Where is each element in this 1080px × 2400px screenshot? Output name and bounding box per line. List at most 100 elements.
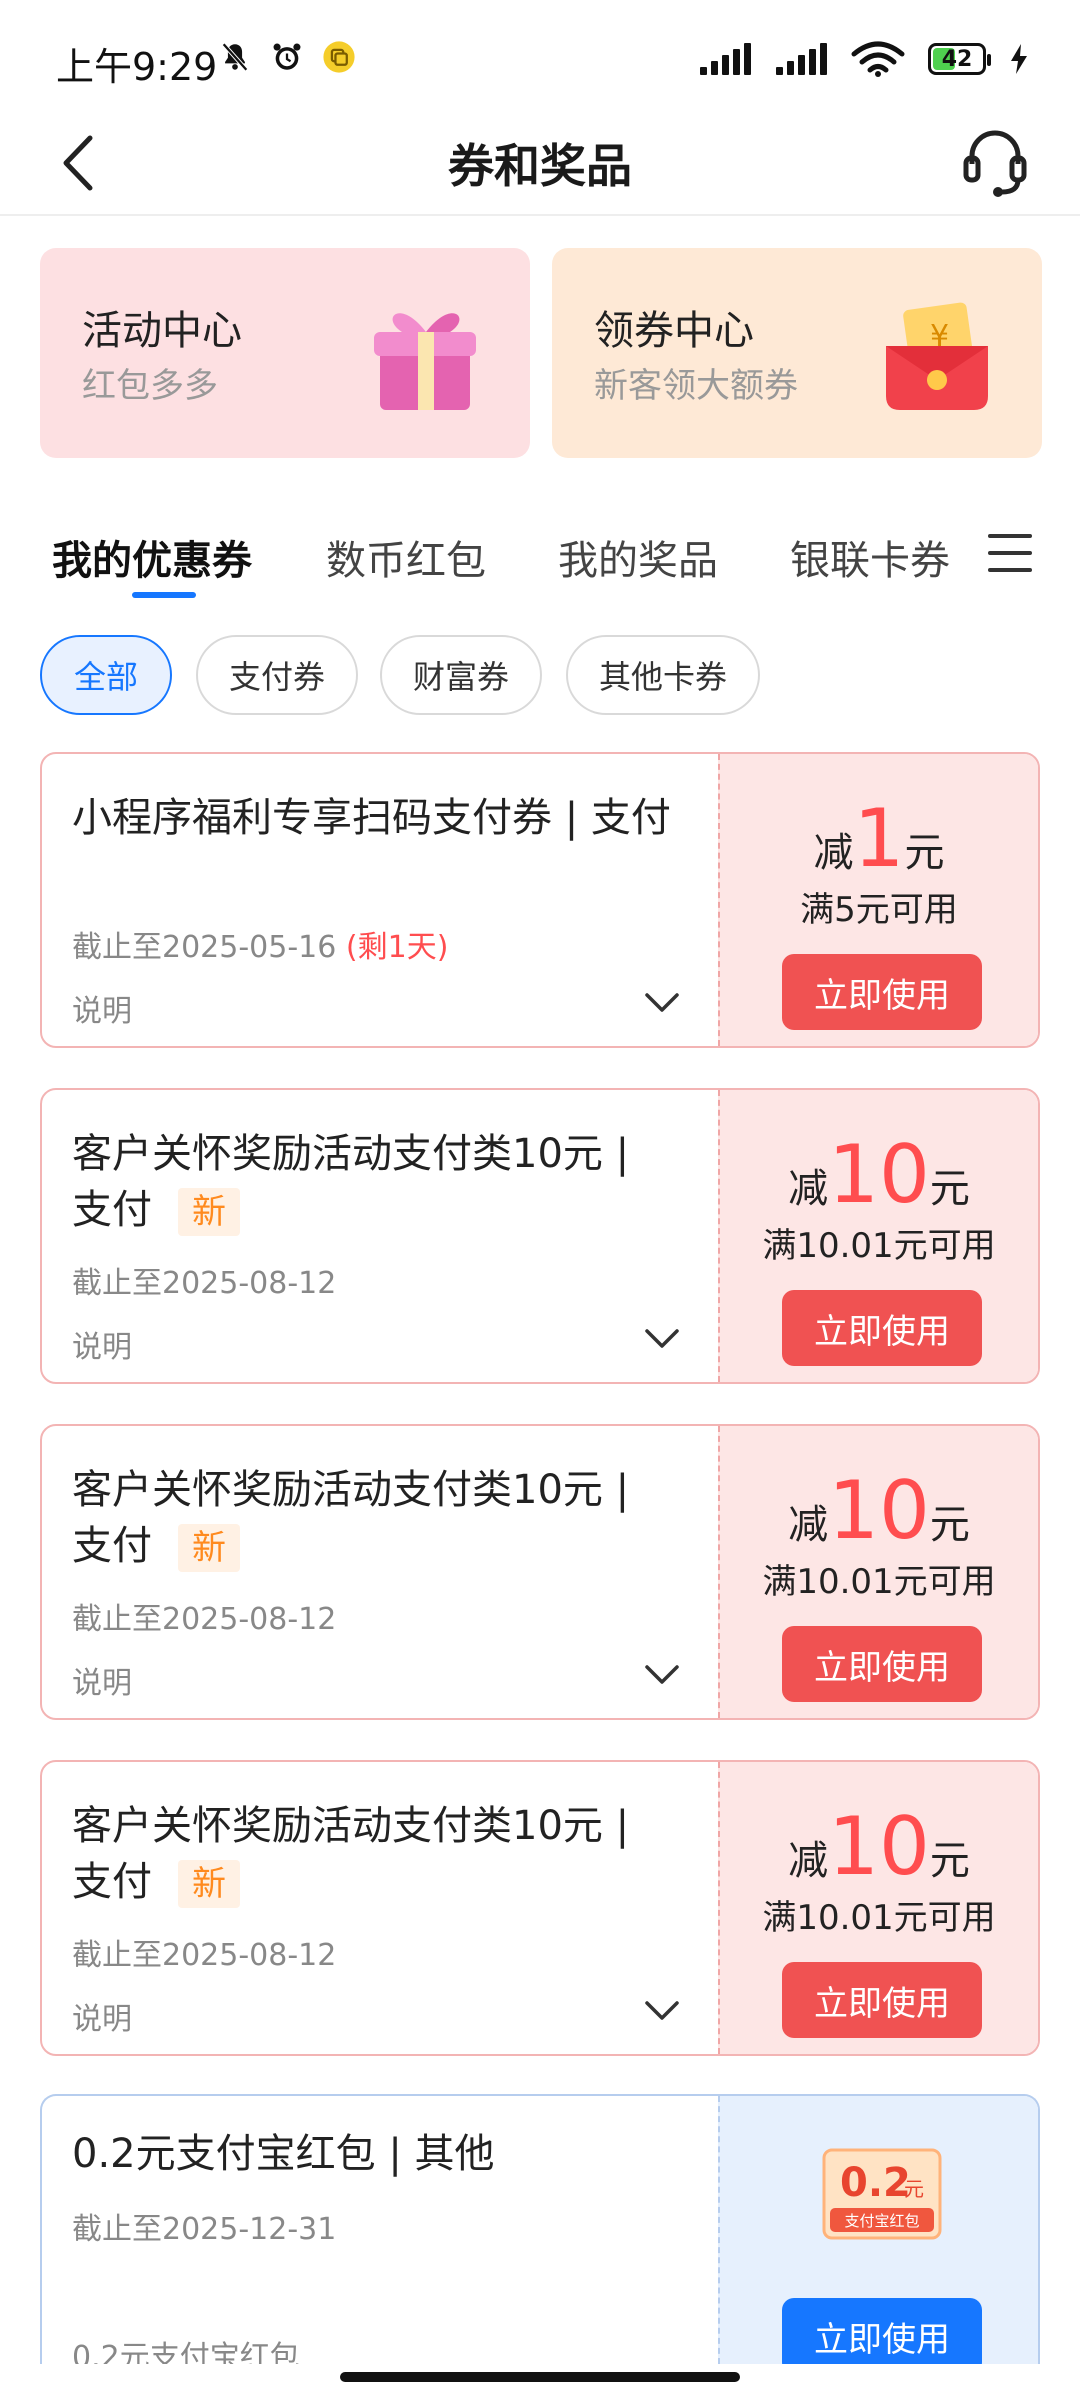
use-now-button[interactable]: 立即使用 <box>782 1962 982 2038</box>
red-packet-value-panel: 0.2 元 支付宝红包 立即使用 <box>718 2096 1038 2364</box>
signal-icon <box>700 43 751 75</box>
status-left-icons <box>218 40 356 74</box>
badge-label: 支付宝红包 <box>844 2212 919 2230</box>
discount-amount: 减1元 <box>720 792 1038 885</box>
coupon-title: 客户关怀奖励活动支付类10元 | 支付 <box>72 1467 630 1569</box>
gift-box-icon <box>374 313 476 410</box>
activity-center-card[interactable]: 活动中心 红包多多 <box>40 248 530 458</box>
charging-icon <box>1011 44 1027 74</box>
use-now-button[interactable]: 立即使用 <box>782 1290 982 1366</box>
badge-amount: 0.2 <box>840 2160 911 2206</box>
battery-indicator: 42 <box>928 43 991 75</box>
red-packet-info: 0.2元支付宝红包 | 其他 截止至2025-12-31 0.2元支付宝红包 <box>42 2096 718 2364</box>
tab-my-coupons[interactable]: 我的优惠券 <box>52 528 252 586</box>
chevron-down-icon[interactable] <box>644 1664 680 1686</box>
red-envelope-icon: ¥ <box>886 302 988 410</box>
coupon-title: 客户关怀奖励活动支付类10元 | 支付 <box>72 1803 630 1905</box>
discount-value: 10 <box>828 1464 930 1557</box>
coupon-card[interactable]: 小程序福利专享扫码支付券 | 支付 截止至2025-05-16 (剩1天) 说明… <box>40 752 1040 1048</box>
status-right-icons: 42 <box>698 40 1030 78</box>
tab-digital-red-packets[interactable]: 数币红包 <box>326 528 486 586</box>
coupon-value-panel: 减1元 满5元可用 立即使用 <box>718 754 1038 1046</box>
coupon-value-panel: 减10元 满10.01元可用 立即使用 <box>718 1426 1038 1718</box>
coupon-expiry: 截止至2025-08-12 <box>72 1938 337 1973</box>
coupon-card[interactable]: 客户关怀奖励活动支付类10元 | 支付新 截止至2025-08-12 说明 减1… <box>40 1424 1040 1720</box>
discount-value: 1 <box>853 792 905 885</box>
discount-unit: 元 <box>929 1838 970 1884</box>
app-header: 券和奖品 <box>0 110 1080 216</box>
alarm-icon <box>273 43 301 70</box>
coupon-value-panel: 减10元 满10.01元可用 立即使用 <box>718 1762 1038 2054</box>
use-now-button[interactable]: 立即使用 <box>782 2298 982 2364</box>
new-badge: 新 <box>178 1860 240 1908</box>
signal-icon <box>776 43 827 75</box>
red-packet-badge: 0.2 元 支付宝红包 <box>822 2148 942 2240</box>
use-now-button[interactable]: 立即使用 <box>782 1626 982 1702</box>
notification-app-icon <box>323 41 355 73</box>
coupon-value-panel: 减10元 满10.01元可用 立即使用 <box>718 1090 1038 1382</box>
home-indicator[interactable] <box>340 2372 740 2382</box>
filter-chip-other[interactable]: 其他卡券 <box>566 635 760 715</box>
coupon-title: 小程序福利专享扫码支付券 | 支付 <box>72 795 671 841</box>
coupon-title-wrap: 客户关怀奖励活动支付类10元 | 支付新 <box>72 1126 672 1238</box>
discount-amount: 减10元 <box>720 1128 1038 1221</box>
coupon-expiry: 截止至2025-08-12 <box>72 1602 337 1637</box>
coupon-expiry: 截止至2025-05-16 (剩1天) <box>72 922 448 966</box>
red-packet-title: 0.2元支付宝红包 | 其他 <box>72 2131 495 2177</box>
coupon-card[interactable]: 客户关怀奖励活动支付类10元 | 支付新 截止至2025-08-12 说明 减1… <box>40 1088 1040 1384</box>
coupon-description-toggle[interactable]: 说明 <box>72 1322 132 1366</box>
status-time: 上午9:29 <box>56 45 218 89</box>
use-now-button[interactable]: 立即使用 <box>782 954 982 1030</box>
discount-unit: 元 <box>929 1166 970 1212</box>
mute-bell-icon <box>222 42 248 72</box>
remaining-days: (剩1天) <box>345 930 449 965</box>
status-bar: 上午9:29 42 <box>0 0 1080 120</box>
coupon-title: 客户关怀奖励活动支付类10元 | 支付 <box>72 1131 630 1233</box>
discount-value: 10 <box>828 1800 930 1893</box>
new-badge: 新 <box>178 1524 240 1572</box>
chevron-down-icon[interactable] <box>644 1328 680 1350</box>
coupon-info: 客户关怀奖励活动支付类10元 | 支付新 截止至2025-08-12 说明 <box>42 1090 718 1382</box>
discount-prefix: 减 <box>788 1166 829 1212</box>
usage-condition: 满10.01元可用 <box>762 1562 996 1602</box>
card-subtitle: 红包多多 <box>82 366 218 406</box>
headset-icon[interactable] <box>960 124 1030 200</box>
filter-chip-payment[interactable]: 支付券 <box>196 635 358 715</box>
active-tab-indicator <box>132 592 196 598</box>
coupon-info: 客户关怀奖励活动支付类10元 | 支付新 截止至2025-08-12 说明 <box>42 1762 718 2054</box>
card-subtitle: 新客领大额券 <box>594 366 798 406</box>
discount-prefix: 减 <box>813 830 854 876</box>
coupon-card[interactable]: 客户关怀奖励活动支付类10元 | 支付新 截止至2025-08-12 说明 减1… <box>40 1760 1040 2056</box>
card-title: 活动中心 <box>82 308 242 354</box>
coupon-description-toggle[interactable]: 说明 <box>72 1994 132 2038</box>
coupon-info: 小程序福利专享扫码支付券 | 支付 截止至2025-05-16 (剩1天) 说明 <box>42 754 718 1046</box>
card-title: 领券中心 <box>594 308 754 354</box>
filter-chip-wealth[interactable]: 财富券 <box>380 635 542 715</box>
chevron-down-icon[interactable] <box>644 992 680 1014</box>
red-packet-description: 0.2元支付宝红包 <box>72 2340 300 2364</box>
usage-condition: 满10.01元可用 <box>762 1226 996 1266</box>
menu-icon[interactable] <box>986 528 1034 578</box>
red-packet-card[interactable]: 0.2元支付宝红包 | 其他 截止至2025-12-31 0.2元支付宝红包 0… <box>40 2094 1040 2364</box>
coupon-description-toggle[interactable]: 说明 <box>72 986 132 1030</box>
coupon-title-wrap: 客户关怀奖励活动支付类10元 | 支付新 <box>72 1462 672 1574</box>
chevron-down-icon[interactable] <box>644 2000 680 2022</box>
coupon-description-toggle[interactable]: 说明 <box>72 1658 132 1702</box>
wifi-icon <box>851 41 905 77</box>
coupon-info: 客户关怀奖励活动支付类10元 | 支付新 截止至2025-08-12 说明 <box>42 1426 718 1718</box>
tab-unionpay-vouchers[interactable]: 银联卡券 <box>790 528 950 586</box>
usage-condition: 满5元可用 <box>800 890 958 930</box>
red-packet-expiry: 截止至2025-12-31 <box>72 2212 337 2247</box>
filter-chip-all[interactable]: 全部 <box>40 635 172 715</box>
page-title: 券和奖品 <box>448 139 632 193</box>
badge-unit: 元 <box>904 2177 924 2201</box>
expiry-date: 截止至2025-05-16 <box>72 930 337 965</box>
coupon-expiry: 截止至2025-08-12 <box>72 1266 337 1301</box>
battery-level: 42 <box>941 46 973 72</box>
new-badge: 新 <box>178 1188 240 1236</box>
voucher-center-card[interactable]: 领券中心 新客领大额券 ¥ <box>552 248 1042 458</box>
discount-unit: 元 <box>904 830 945 876</box>
discount-prefix: 减 <box>788 1502 829 1548</box>
tab-my-prizes[interactable]: 我的奖品 <box>558 528 718 586</box>
discount-value: 10 <box>828 1128 930 1221</box>
